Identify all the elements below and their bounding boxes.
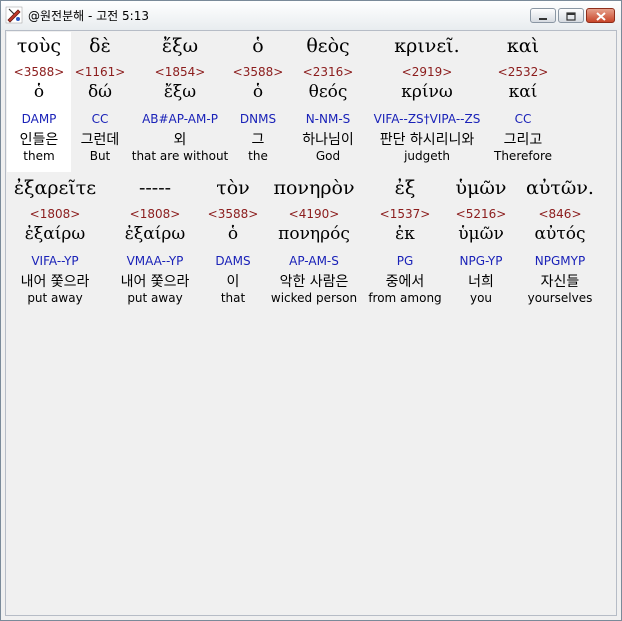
parsing-panel: τοὺς <3588> ὁ DAMP 인들은 them δὲ <1161> δώ… xyxy=(5,30,617,616)
word-block[interactable]: ἐξαρεῖτε <1808> ἐξαίρω VIFA--YP 내어 쫓으라 p… xyxy=(7,174,103,314)
word-block[interactable]: ----- <1808> ἐξαίρω VMAA--YP 내어 쫓으라 put … xyxy=(107,174,203,314)
lemma: κρίνω xyxy=(401,82,453,102)
strong-number[interactable]: <846> xyxy=(514,207,606,221)
lemma: ἐξαίρω xyxy=(124,224,186,244)
word-block[interactable]: ὑμῶν <5216> ὑμῶν NPG-YP 너희 you xyxy=(446,174,516,314)
english-gloss: Therefore xyxy=(494,149,552,163)
korean-gloss: 외 xyxy=(173,132,187,148)
greek-word: ἔξω xyxy=(161,35,199,57)
parsing-code: DAMS xyxy=(215,254,251,268)
greek-word: ἐξαρεῖτε xyxy=(13,177,97,199)
lemma: ἔξω xyxy=(163,82,197,102)
korean-gloss: 내어 쫓으라 xyxy=(20,274,90,290)
strong-number[interactable]: <5216> xyxy=(446,207,516,221)
korean-gloss: 판단 하시리니와 xyxy=(379,132,475,148)
minimize-icon xyxy=(538,6,548,25)
parsing-code: NPG-YP xyxy=(459,254,503,268)
window-title: @원전분해 - 고전 5:13 xyxy=(28,9,149,23)
maximize-button[interactable] xyxy=(558,8,584,23)
strong-number[interactable]: <2919> xyxy=(366,65,488,79)
parsing-code: CC xyxy=(514,112,532,126)
lemma: ὑμῶν xyxy=(458,224,504,244)
strong-number[interactable]: <1537> xyxy=(365,207,445,221)
korean-gloss: 이 xyxy=(226,274,240,290)
english-gloss: yourselves xyxy=(527,291,593,305)
lemma: καί xyxy=(508,82,538,102)
strong-number[interactable]: <4190> xyxy=(262,207,366,221)
greek-word: ----- xyxy=(138,177,172,199)
parsing-code: AB#AP-AM-P xyxy=(142,112,218,126)
lemma: ὁ xyxy=(227,224,239,244)
korean-gloss: 그리고 xyxy=(503,132,543,148)
greek-word: τὸν xyxy=(216,177,250,199)
word-block[interactable]: ἔξω <1854> ἔξω AB#AP-AM-P 외 that are wit… xyxy=(130,32,230,172)
word-block[interactable]: αὐτῶν. <846> αὐτός NPGMYP 자신들 yourselves xyxy=(514,174,606,314)
korean-gloss: 중에서 xyxy=(385,274,425,290)
greek-word: ἐξ xyxy=(394,177,416,199)
parsing-code: NPGMYP xyxy=(534,254,586,268)
app-window: @원전분해 - 고전 5:13 τοὺς <3588> ὁ DAMP 인들은 t… xyxy=(0,0,622,621)
word-block[interactable]: κρινεῖ. <2919> κρίνω VIFA--ZS†VIPA--ZS 판… xyxy=(366,32,488,172)
strong-number[interactable]: <1854> xyxy=(130,65,230,79)
word-block[interactable]: ἐξ <1537> ἐκ PG 중에서 from among xyxy=(365,174,445,314)
greek-word: ὑμῶν xyxy=(455,177,507,199)
lemma: ἐκ xyxy=(395,224,415,244)
greek-word: αὐτῶν. xyxy=(526,177,594,199)
strong-number[interactable]: <2532> xyxy=(488,65,558,79)
greek-word: πονηρὸν xyxy=(273,177,355,199)
parsing-code: AP-AM-S xyxy=(289,254,339,268)
english-gloss: put away xyxy=(27,291,83,305)
korean-gloss: 너희 xyxy=(468,274,494,290)
korean-gloss: 악한 사람은 xyxy=(279,274,349,290)
app-logo-icon[interactable] xyxy=(5,6,23,24)
english-gloss: wicked person xyxy=(270,291,358,305)
korean-gloss: 내어 쫓으라 xyxy=(120,274,190,290)
parsing-code: VIFA--YP xyxy=(31,254,79,268)
word-block[interactable]: καὶ <2532> καί CC 그리고 Therefore xyxy=(488,32,558,172)
parsing-code: PG xyxy=(396,254,414,268)
strong-number[interactable]: <3588> xyxy=(204,207,262,221)
minimize-button[interactable] xyxy=(530,8,556,23)
title-bar[interactable]: @원전분해 - 고전 5:13 xyxy=(1,1,621,30)
english-gloss: put away xyxy=(127,291,183,305)
english-gloss: judgeth xyxy=(404,149,450,163)
strong-number[interactable]: <1808> xyxy=(7,207,103,221)
lemma: ἐξαίρω xyxy=(24,224,86,244)
korean-gloss: 자신들 xyxy=(540,274,580,290)
lemma: αὐτός xyxy=(534,224,586,244)
parsing-code: VMAA--YP xyxy=(126,254,184,268)
greek-word: κρινεῖ. xyxy=(394,35,460,57)
close-icon xyxy=(595,6,606,25)
english-gloss: that xyxy=(220,291,246,305)
maximize-icon xyxy=(566,6,576,25)
english-gloss: that are without xyxy=(131,149,229,163)
parsing-code: VIFA--ZS†VIPA--ZS xyxy=(373,112,481,126)
close-button[interactable] xyxy=(586,8,615,23)
word-block[interactable]: τὸν <3588> ὁ DAMS 이 that xyxy=(204,174,262,314)
word-block[interactable]: πονηρὸν <4190> πονηρός AP-AM-S 악한 사람은 wi… xyxy=(262,174,366,314)
lemma: πονηρός xyxy=(278,224,350,244)
greek-word: καὶ xyxy=(506,35,540,57)
english-gloss: you xyxy=(469,291,493,305)
strong-number[interactable]: <1808> xyxy=(107,207,203,221)
english-gloss: from among xyxy=(368,291,442,305)
